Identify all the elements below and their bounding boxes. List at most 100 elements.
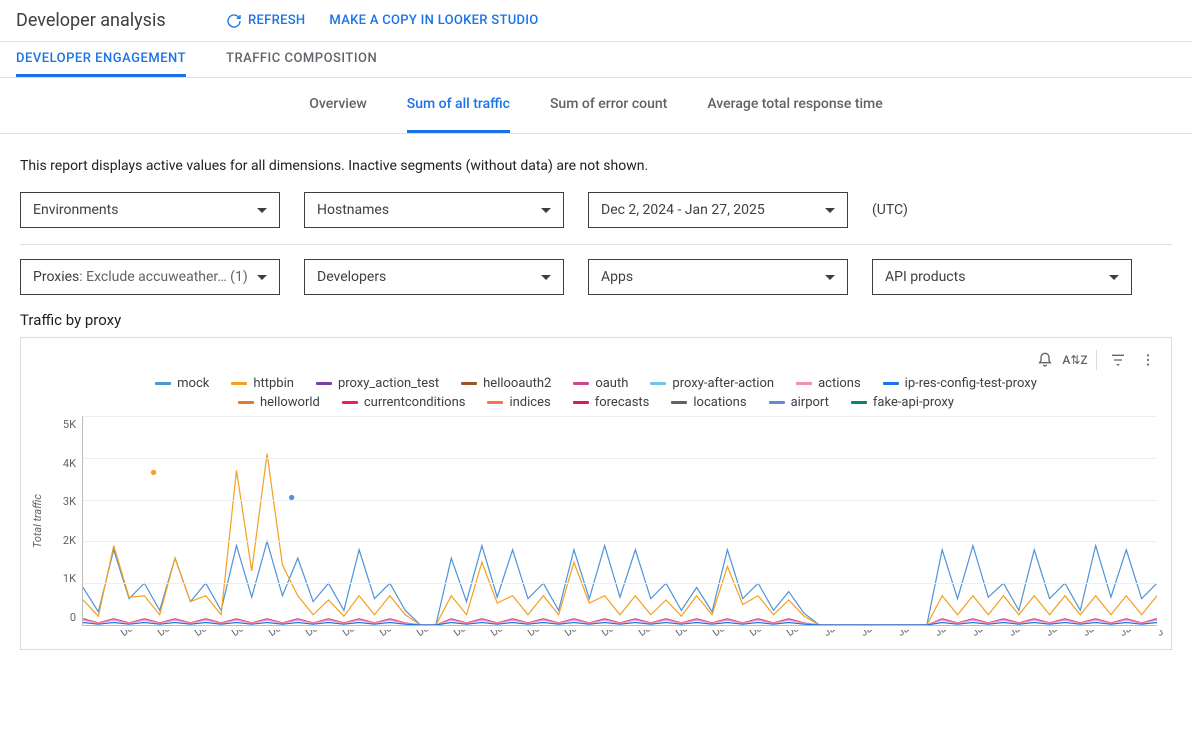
traffic-by-proxy-chart: A⇅Z mock httpbin proxy_action_test hellooau… — [20, 337, 1172, 650]
x-tick: Dec 5, 2024, 4AM — [193, 630, 230, 639]
y-tick: 4K — [63, 457, 76, 470]
legend-swatch — [851, 401, 867, 404]
legend-swatch — [231, 382, 247, 385]
y-tick: 3K — [63, 495, 76, 508]
x-tick: Dec 25, 2024, 6PM — [674, 630, 711, 639]
x-tick: Dec 2, 2024, 12AM — [119, 630, 156, 639]
subtab-overview[interactable]: Overview — [309, 78, 366, 133]
legend-item-locations[interactable]: locations — [671, 395, 746, 410]
legend-swatch — [155, 382, 171, 385]
tab-traffic-composition[interactable]: TRAFFIC COMPOSITION — [226, 42, 377, 77]
y-tick: 2K — [63, 534, 76, 547]
x-tick: Dec 6, 2024, 6PM — [230, 630, 267, 639]
x-tick: Dec 21, 2024, 12AM — [563, 630, 600, 639]
apps-dropdown[interactable]: Apps — [588, 259, 848, 295]
chevron-down-icon — [1109, 275, 1119, 280]
x-tick: Dec 14, 2024, 4PM — [415, 630, 452, 639]
x-tick: Dec 13, 2024, 2AM — [378, 630, 415, 639]
utc-label: (UTC) — [872, 202, 908, 218]
x-tick: Jan 13, 2025, 6PM — [1118, 630, 1155, 639]
x-tick: Dec 16, 2024, 6AM — [452, 630, 489, 639]
x-tick: Jan 15, 2025, 8AM — [1155, 630, 1163, 639]
chevron-down-icon — [541, 208, 551, 213]
chart-section-title: Traffic by proxy — [20, 311, 1172, 329]
tab-developer-engagement[interactable]: DEVELOPER ENGAGEMENT — [16, 42, 186, 77]
make-copy-looker-button[interactable]: MAKE A COPY IN LOOKER STUDIO — [329, 13, 538, 28]
x-tick: Jan 10, 2025, 2PM — [1044, 630, 1081, 639]
legend-swatch — [883, 382, 899, 385]
legend-item-mock[interactable]: mock — [155, 376, 209, 391]
y-tick: 1K — [63, 572, 76, 585]
legend-item-oauth[interactable]: oauth — [573, 376, 628, 391]
x-tick: Jan 5, 2025, 8PM — [933, 630, 970, 639]
x-tick: Dec 17, 2024, 8PM — [489, 630, 526, 639]
x-tick: Jan 12, 2025, 4AM — [1081, 630, 1118, 639]
developers-dropdown[interactable]: Developers — [304, 259, 564, 295]
refresh-icon — [226, 13, 242, 29]
legend-item-ip-res-config-test-proxy[interactable]: ip-res-config-test-proxy — [883, 376, 1037, 391]
legend-swatch — [487, 401, 503, 404]
legend-item-proxy-after-action[interactable]: proxy-after-action — [650, 376, 774, 391]
api-products-dropdown[interactable]: API products — [872, 259, 1132, 295]
legend-swatch — [342, 401, 358, 404]
x-tick: Jan 7, 2025, 10AM — [970, 630, 1007, 639]
page-title: Developer analysis — [16, 10, 216, 31]
filter-icon[interactable] — [1109, 351, 1127, 369]
legend-item-actions[interactable]: actions — [796, 376, 861, 391]
chevron-down-icon — [257, 275, 267, 280]
hostnames-dropdown[interactable]: Hostnames — [304, 192, 564, 228]
chart-plot[interactable] — [83, 416, 1157, 625]
report-description: This report displays active values for a… — [20, 158, 1172, 174]
more-vert-icon[interactable] — [1139, 351, 1157, 369]
legend-item-httpbin[interactable]: httpbin — [231, 376, 294, 391]
x-tick: Dec 9, 2024, 10PM — [304, 630, 341, 639]
legend-item-currentconditions[interactable]: currentconditions — [342, 395, 466, 410]
subtab-sum-of-all-traffic[interactable]: Sum of all traffic — [407, 78, 510, 133]
bell-icon[interactable] — [1036, 351, 1054, 369]
legend-item-forecasts[interactable]: forecasts — [573, 395, 650, 410]
legend-item-helloworld[interactable]: helloworld — [238, 395, 320, 410]
legend-swatch — [671, 401, 687, 404]
legend-swatch — [573, 382, 589, 385]
x-tick: Dec 22, 2024, 2PM — [600, 630, 637, 639]
series-httpbin[interactable] — [83, 454, 1157, 625]
x-tick: Dec 8, 2024, 8AM — [267, 630, 304, 639]
legend-swatch — [573, 401, 589, 404]
x-tick: Dec 3, 2024, 2PM — [156, 630, 193, 639]
legend-item-fake-api-proxy[interactable]: fake-api-proxy — [851, 395, 954, 410]
legend-item-indices[interactable]: indices — [487, 395, 550, 410]
x-tick: Dec 28, 2024, 10PM — [748, 630, 785, 639]
y-tick: 5K — [63, 418, 76, 431]
legend-swatch — [769, 401, 785, 404]
environments-dropdown[interactable]: Environments — [20, 192, 280, 228]
legend-item-airport[interactable]: airport — [769, 395, 829, 410]
daterange-dropdown[interactable]: Dec 2, 2024 - Jan 27, 2025 — [588, 192, 848, 228]
x-tick: Jan 2, 2025, 4PM — [859, 630, 896, 639]
x-tick: Dec 27, 2024, 8AM — [711, 630, 748, 639]
chevron-down-icon — [541, 275, 551, 280]
legend-swatch — [796, 382, 812, 385]
legend-swatch — [461, 382, 477, 385]
subtab-sum-of-error-count[interactable]: Sum of error count — [550, 78, 667, 133]
outlier-point — [151, 470, 156, 475]
refresh-button[interactable]: REFRESH — [226, 13, 305, 29]
x-tick: Dec 19, 2024, 10AM — [526, 630, 563, 639]
legend-swatch — [238, 401, 254, 404]
x-tick: Dec 11, 2024, 12PM — [341, 630, 378, 639]
x-tick: Jan 1, 2025, 2AM — [822, 630, 859, 639]
x-tick: Jan 9, 2025, 12AM — [1007, 630, 1044, 639]
proxies-dropdown[interactable]: Proxies: Exclude accuweather… (1) — [20, 259, 280, 295]
chevron-down-icon — [825, 275, 835, 280]
y-axis-label: Total traffic — [29, 416, 46, 626]
y-tick: 0 — [70, 611, 76, 624]
subtab-average-total-response-time[interactable]: Average total response time — [707, 78, 882, 133]
legend-item-proxy_action_test[interactable]: proxy_action_test — [316, 376, 439, 391]
legend-item-hellooauth2[interactable]: hellooauth2 — [461, 376, 551, 391]
legend-swatch — [650, 382, 666, 385]
x-tick: Dec 24, 2024, 4AM — [637, 630, 674, 639]
x-tick: Jan 4, 2025, 6AM — [896, 630, 933, 639]
chevron-down-icon — [825, 208, 835, 213]
x-tick: Dec 30, 2024, 12PM — [785, 630, 822, 639]
sort-az-icon[interactable]: A⇅Z — [1066, 351, 1084, 369]
chevron-down-icon — [257, 208, 267, 213]
